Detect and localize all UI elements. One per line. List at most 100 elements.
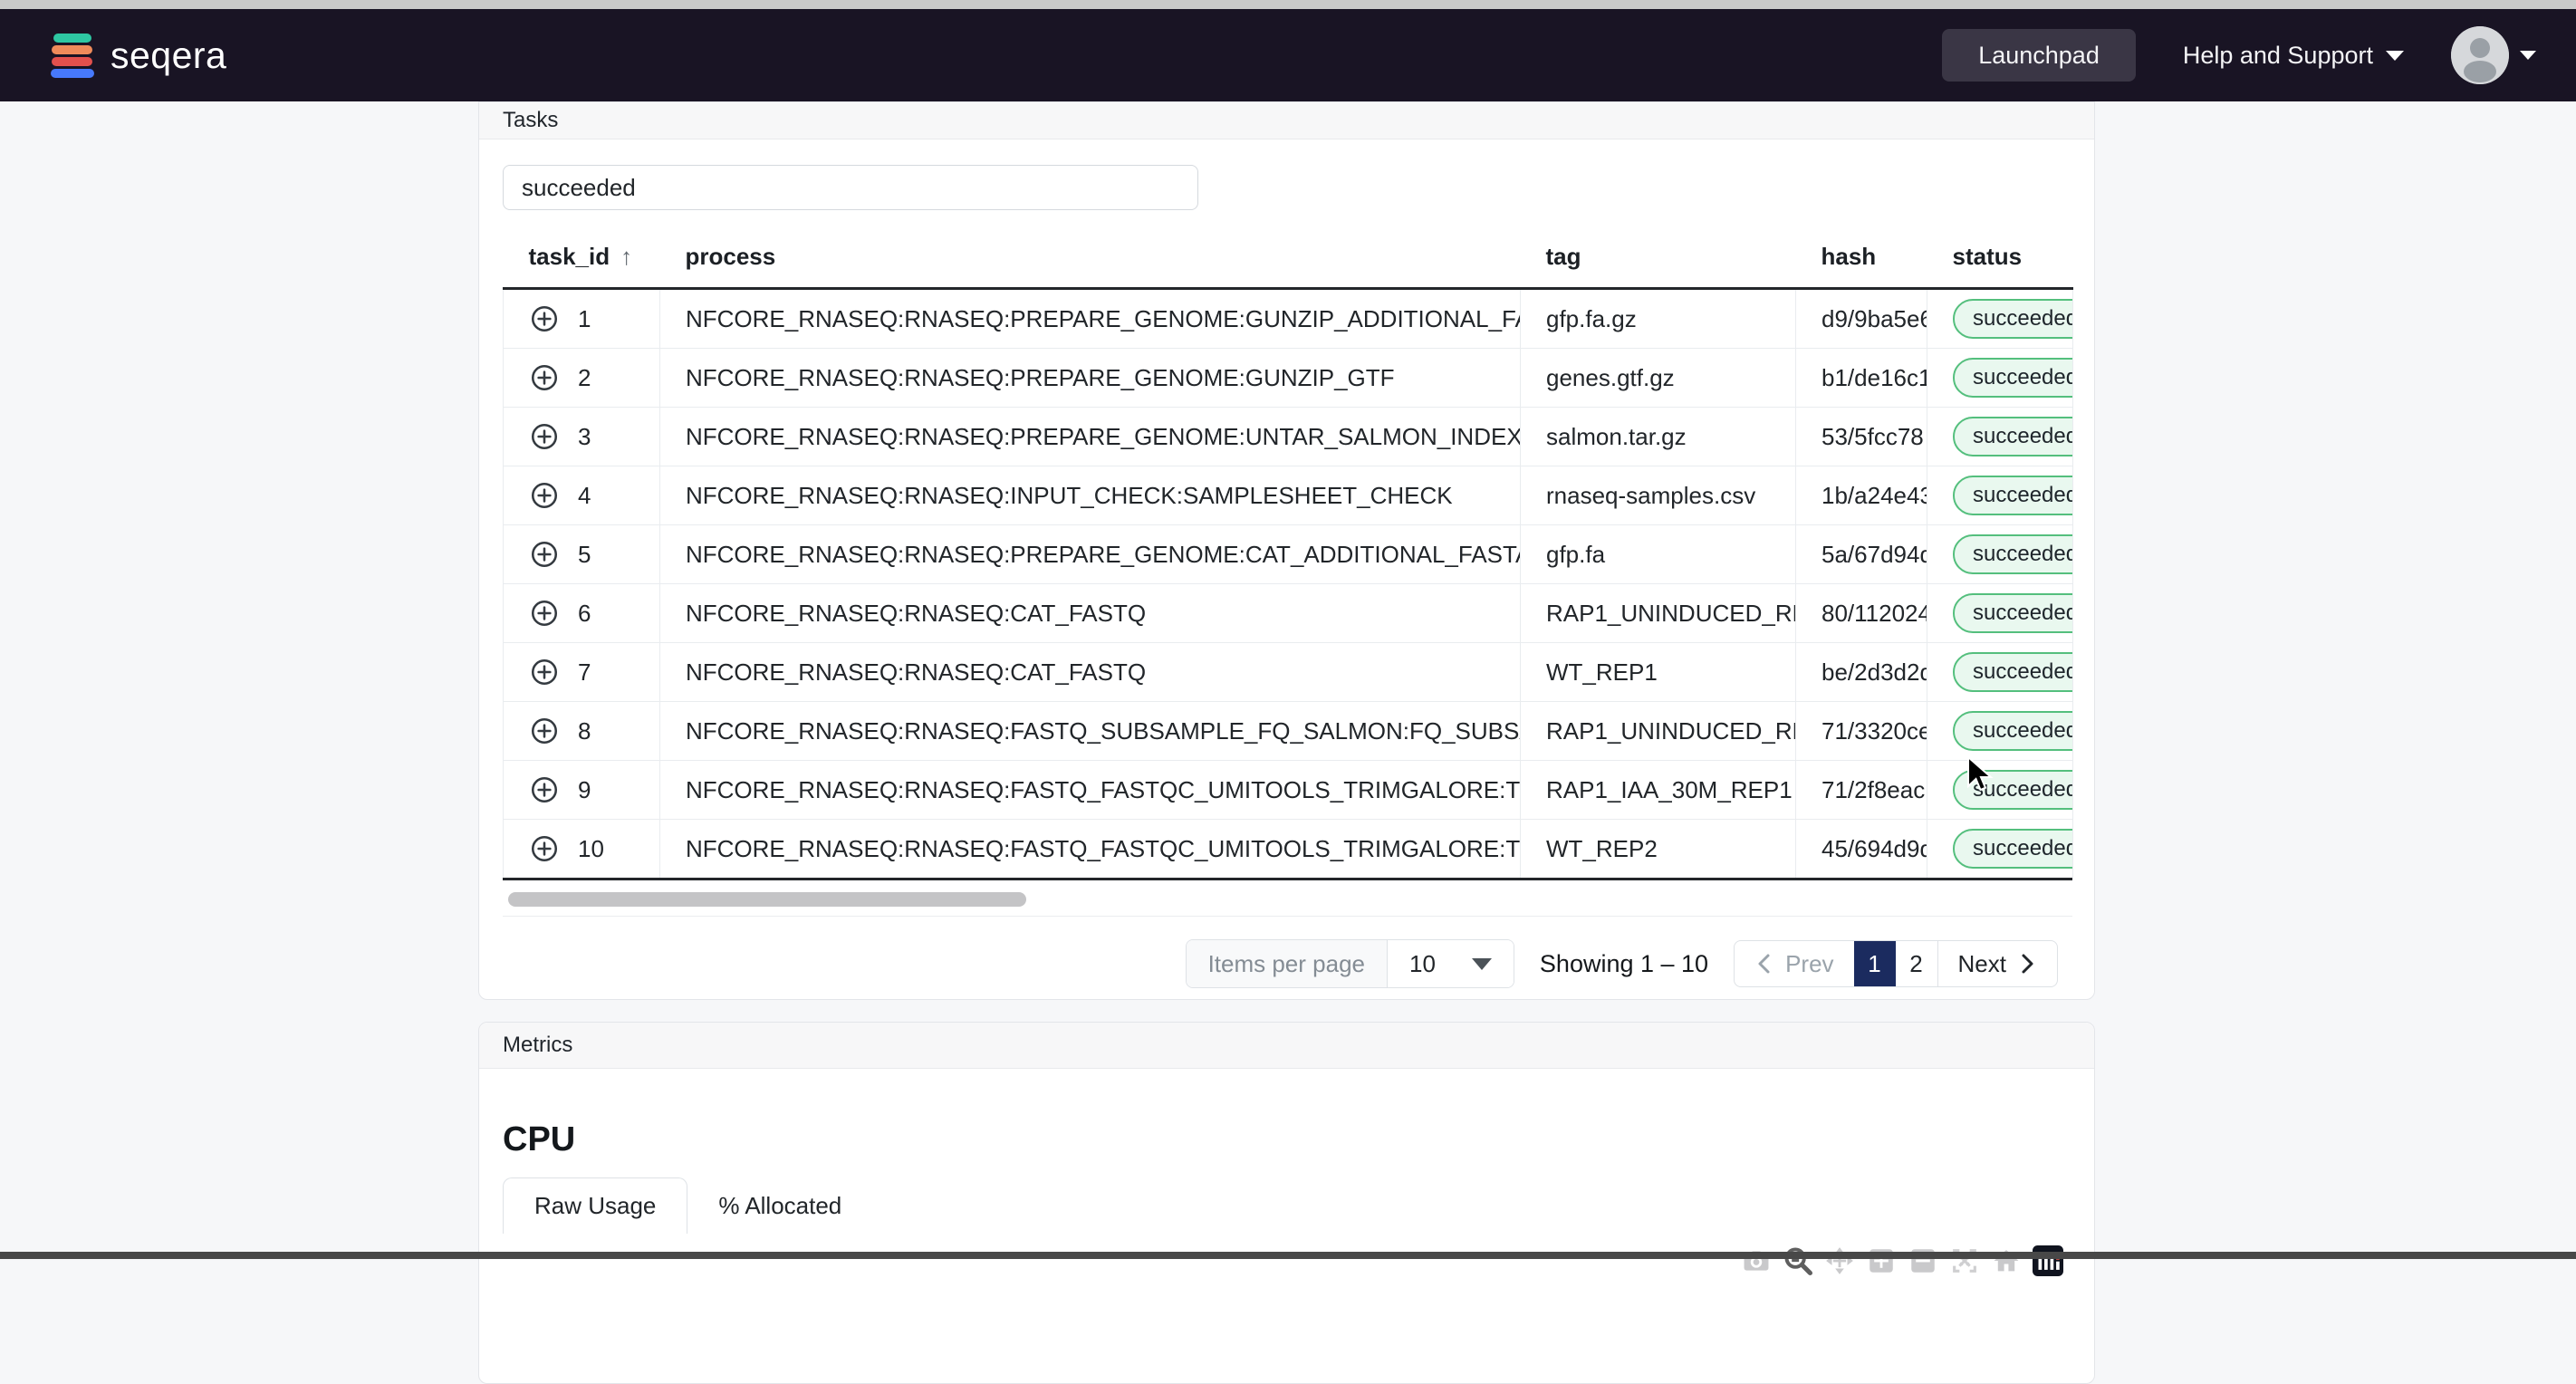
hash-cell: be/2d3d2d <box>1795 642 1927 702</box>
process-cell: NFCORE_RNASEQ:RNASEQ:PREPARE_GENOME:GUNZ… <box>659 348 1521 408</box>
task-id-value: 3 <box>578 422 591 450</box>
column-header-status[interactable]: status <box>1927 232 2073 290</box>
hash-cell: 71/3320ce <box>1795 701 1927 761</box>
seqera-logo-icon <box>51 31 94 80</box>
column-header-hash[interactable]: hash <box>1795 232 1927 290</box>
tasks-panel: Tasks task_id↑ process tag hash status <box>478 101 2095 1000</box>
status-badge: succeeded <box>1953 417 2072 457</box>
help-and-support-label: Help and Support <box>2182 41 2373 69</box>
hash-cell: 80/112024 <box>1795 583 1927 643</box>
tag-cell: salmon.tar.gz <box>1520 407 1796 466</box>
items-per-page-select[interactable]: 10 <box>1388 940 1514 987</box>
status-badge: succeeded <box>1953 534 2072 574</box>
items-per-page-value: 10 <box>1409 949 1436 977</box>
prev-page-button[interactable]: Prev <box>1735 941 1853 986</box>
process-cell: NFCORE_RNASEQ:RNASEQ:PREPARE_GENOME:UNTA… <box>659 407 1521 466</box>
expand-row-icon[interactable] <box>529 598 560 629</box>
showing-range-text: Showing 1 – 10 <box>1539 949 1709 977</box>
sort-ascending-icon: ↑ <box>620 243 633 270</box>
status-cell: succeeded <box>1927 466 2073 525</box>
process-cell: NFCORE_RNASEQ:RNASEQ:PREPARE_GENOME:CAT_… <box>659 524 1521 584</box>
table-row: 3 NFCORE_RNASEQ:RNASEQ:PREPARE_GENOME:UNT… <box>503 407 2073 466</box>
chevron-down-icon <box>1471 957 1492 970</box>
next-page-button[interactable]: Next <box>1937 941 2057 986</box>
horizontal-scrollbar[interactable] <box>503 892 2072 907</box>
status-cell: succeeded <box>1927 348 2073 408</box>
avatar <box>2451 26 2509 84</box>
status-cell: succeeded <box>1927 642 2073 702</box>
process-cell: NFCORE_RNASEQ:RNASEQ:FASTQ_FASTQC_UMITOO… <box>659 760 1521 820</box>
task-id-value: 7 <box>578 658 591 686</box>
plotly-logo-icon[interactable] <box>2033 1245 2063 1276</box>
column-header-process[interactable]: process <box>659 232 1521 290</box>
page-button-2[interactable]: 2 <box>1896 941 1937 986</box>
column-header-tag[interactable]: tag <box>1520 232 1796 290</box>
horizontal-scrollbar-thumb[interactable] <box>508 892 1026 907</box>
table-row: 5 NFCORE_RNASEQ:RNASEQ:PREPARE_GENOME:CAT… <box>503 524 2073 584</box>
page-button-1[interactable]: 1 <box>1853 941 1896 986</box>
tab-raw-usage[interactable]: Raw Usage <box>503 1177 688 1234</box>
expand-row-icon[interactable] <box>529 716 560 746</box>
task-id-cell: 5 <box>503 524 660 584</box>
hash-cell: b1/de16c1 <box>1795 348 1927 408</box>
hash-cell: 5a/67d94d <box>1795 524 1927 584</box>
items-per-page-label: Items per page <box>1186 940 1388 987</box>
chevron-left-icon <box>1754 952 1774 976</box>
tag-cell: gfp.fa.gz <box>1520 288 1796 349</box>
brand-name: seqera <box>111 34 227 76</box>
pan-icon[interactable] <box>1824 1245 1855 1276</box>
task-id-cell: 8 <box>503 701 660 761</box>
zoom-out-icon[interactable] <box>1908 1245 1938 1276</box>
metrics-panel-title: Metrics <box>503 1033 573 1057</box>
table-row: 6 NFCORE_RNASEQ:RNASEQ:CAT_FASTQ RAP1_UNIN… <box>503 583 2073 643</box>
task-id-cell: 7 <box>503 642 660 702</box>
expand-row-icon[interactable] <box>529 480 560 511</box>
help-and-support-menu[interactable]: Help and Support <box>2183 42 2404 70</box>
top-navbar: seqera Launchpad Help and Support <box>0 9 2576 101</box>
tag-cell: RAP1_IAA_30M_REP1 <box>1520 760 1796 820</box>
tab-allocated[interactable]: % Allocated <box>687 1177 872 1234</box>
task-id-value: 9 <box>578 775 591 803</box>
status-badge: succeeded <box>1953 711 2072 751</box>
table-row: 1 NFCORE_RNASEQ:RNASEQ:PREPARE_GENOME:GUN… <box>503 288 2073 349</box>
zoom-in-icon[interactable] <box>1866 1245 1897 1276</box>
expand-row-icon[interactable] <box>529 539 560 570</box>
task-id-value: 4 <box>578 481 591 509</box>
expand-row-icon[interactable] <box>529 303 560 334</box>
expand-row-icon[interactable] <box>529 774 560 805</box>
tag-cell: RAP1_UNINDUCED_REP2 <box>1520 583 1796 643</box>
task-id-cell: 6 <box>503 583 660 643</box>
tasks-panel-title: Tasks <box>503 108 559 132</box>
table-row: 7 NFCORE_RNASEQ:RNASEQ:CAT_FASTQ WT_REP1 be… <box>503 642 2073 702</box>
task-id-value: 5 <box>578 540 591 568</box>
table-row: 8 NFCORE_RNASEQ:RNASEQ:FASTQ_SUBSAMPLE_FQ… <box>503 701 2073 761</box>
camera-icon[interactable] <box>1741 1245 1772 1276</box>
home-icon[interactable] <box>1991 1245 2022 1276</box>
tasks-panel-header: Tasks <box>479 102 2094 139</box>
launchpad-button[interactable]: Launchpad <box>1942 29 2136 82</box>
expand-row-icon[interactable] <box>529 362 560 393</box>
user-menu[interactable] <box>2451 26 2536 84</box>
seqera-logo[interactable]: seqera <box>51 31 226 80</box>
autoscale-icon[interactable] <box>1949 1245 1980 1276</box>
task-id-value: 10 <box>578 834 604 862</box>
expand-row-icon[interactable] <box>529 657 560 687</box>
expand-row-icon[interactable] <box>529 833 560 864</box>
metrics-panel: Metrics CPU Raw Usage% Allocated <box>478 1022 2095 1384</box>
task-id-value: 6 <box>578 599 591 627</box>
column-header-task-id[interactable]: task_id ↑ <box>503 232 660 290</box>
task-search-input[interactable] <box>503 165 1198 210</box>
tag-cell: RAP1_UNINDUCED_REP1 <box>1520 701 1796 761</box>
items-per-page-control: Items per page 10 <box>1185 939 1514 988</box>
tag-cell: WT_REP2 <box>1520 819 1796 878</box>
expand-row-icon[interactable] <box>529 421 560 452</box>
metrics-panel-header: Metrics <box>479 1023 2094 1069</box>
hash-cell: d9/9ba5e6 <box>1795 288 1927 349</box>
mouse-cursor <box>1966 754 2000 800</box>
tag-cell: WT_REP1 <box>1520 642 1796 702</box>
task-id-cell: 9 <box>503 760 660 820</box>
zoom-icon[interactable] <box>1783 1245 1813 1276</box>
window-bottom-edge <box>0 1252 2576 1259</box>
status-badge: succeeded <box>1953 829 2072 869</box>
table-row: 2 NFCORE_RNASEQ:RNASEQ:PREPARE_GENOME:GUN… <box>503 348 2073 408</box>
